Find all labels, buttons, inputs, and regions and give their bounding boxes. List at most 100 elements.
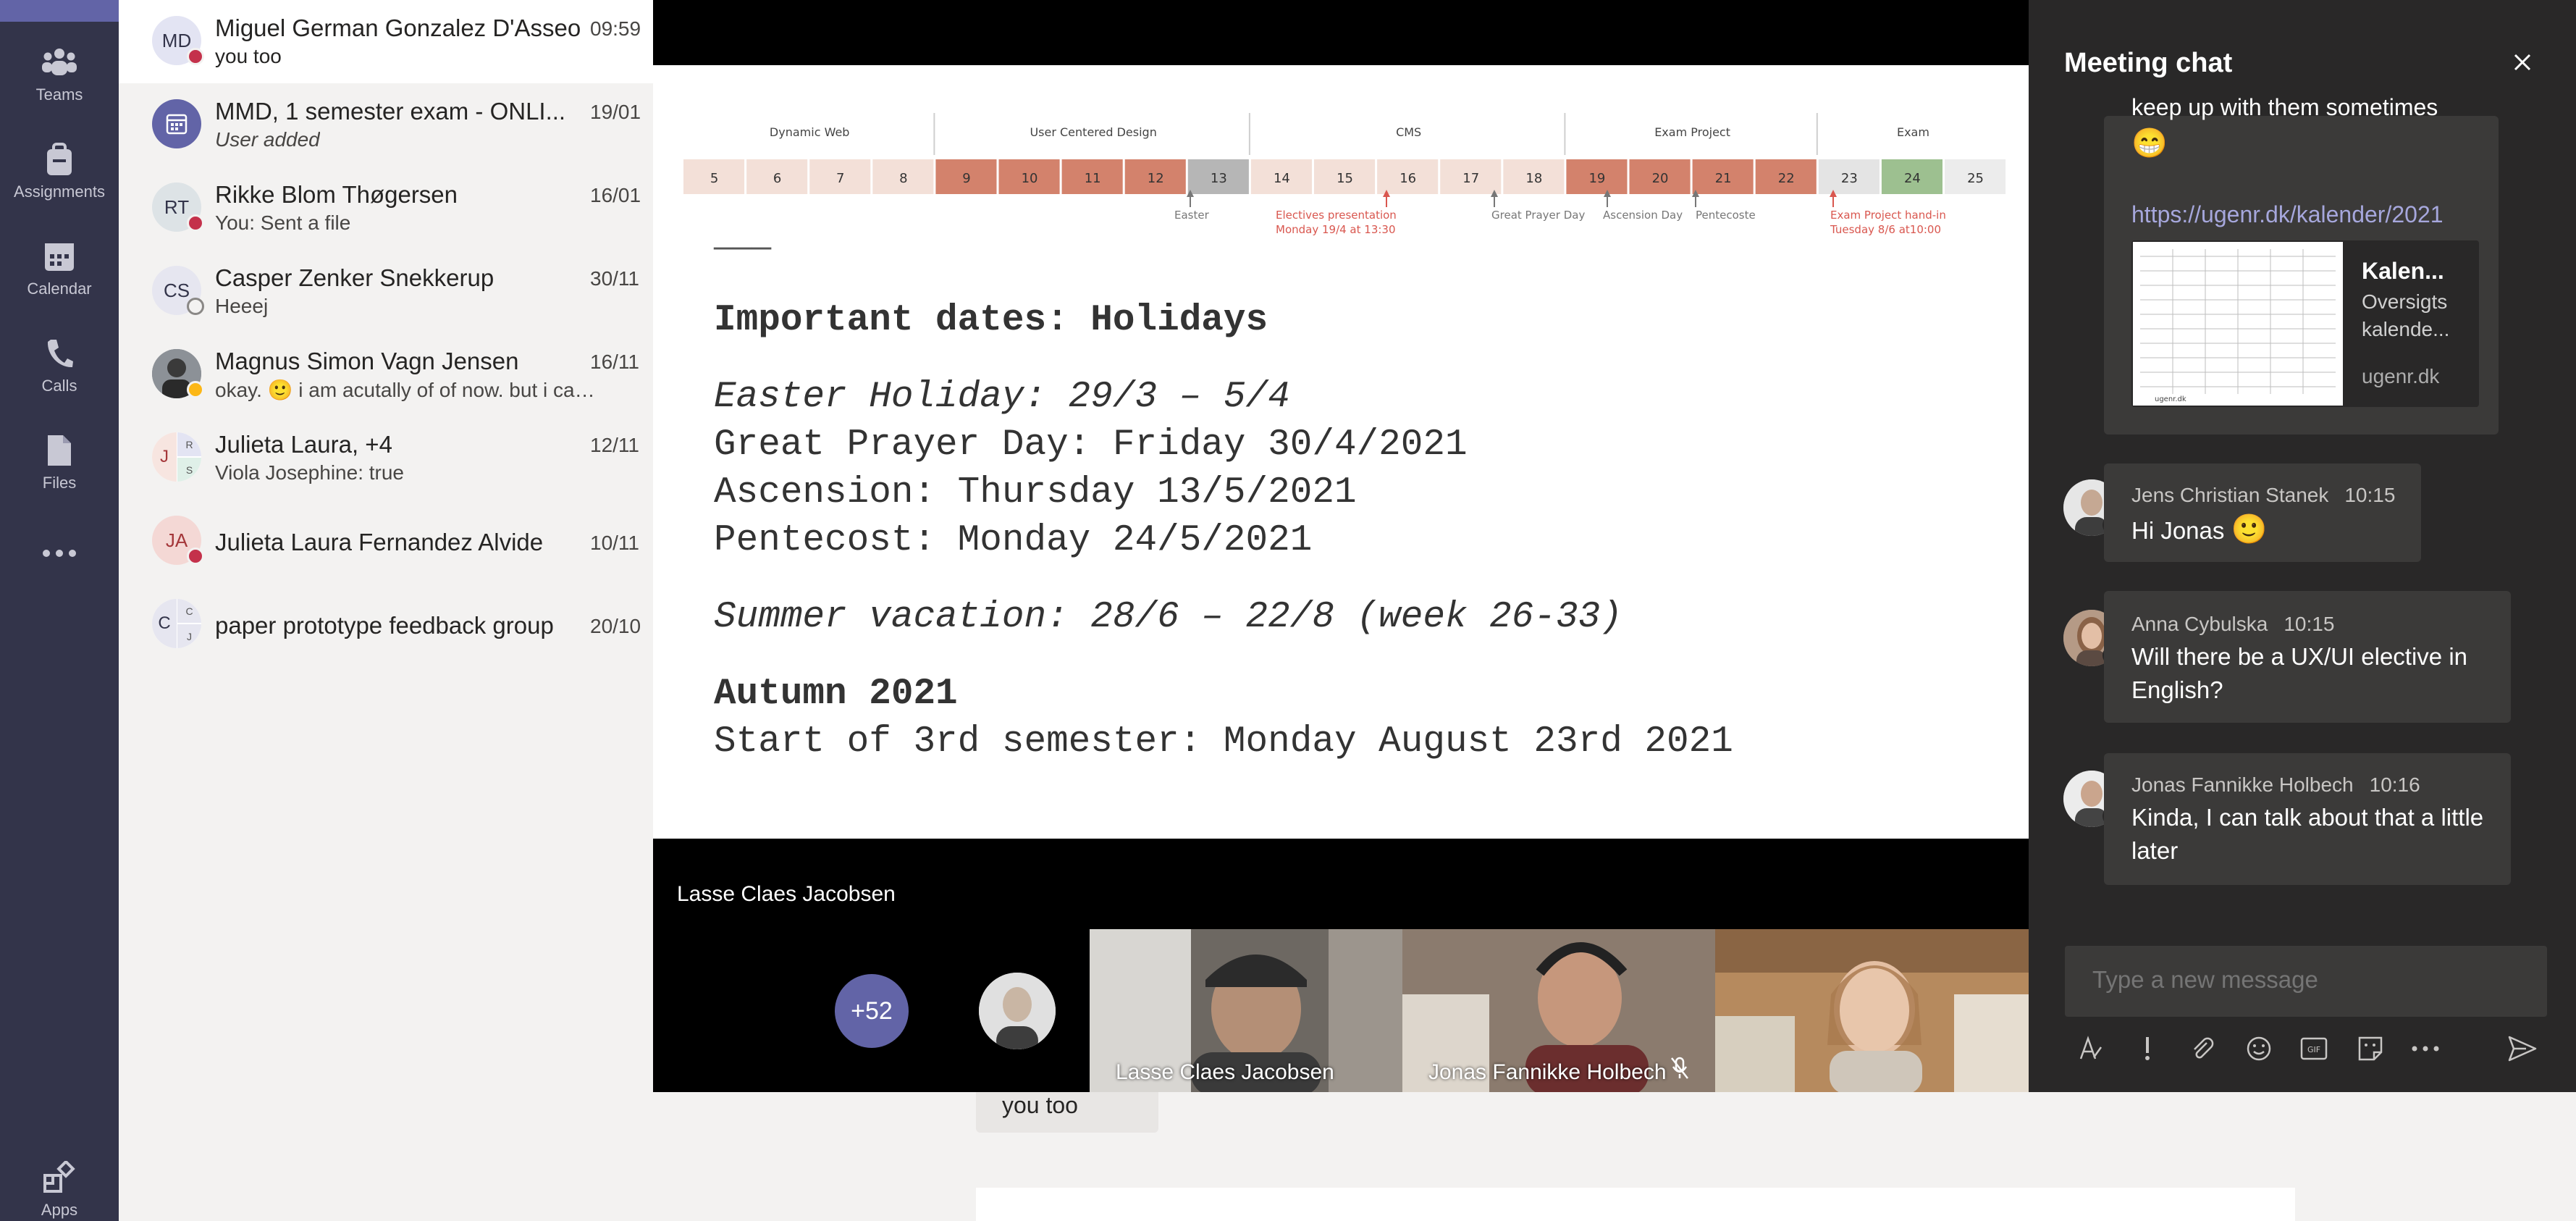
timeline-week-label: 9 (962, 171, 970, 186)
group-avatar-quadrant: R (177, 432, 201, 456)
gif-icon[interactable]: GIF (2298, 1033, 2330, 1065)
timeline-annotation: Great Prayer Day (1491, 209, 1585, 222)
svg-text:GIF: GIF (2307, 1045, 2320, 1054)
emoji-grin: 😁 (2131, 127, 2168, 159)
chat-name: Casper Zenker Snekkerup (215, 264, 494, 291)
chat-item-julieta-group[interactable]: J R S Julieta Laura, +4 12/11 Viola Jose… (119, 416, 676, 500)
format-icon[interactable] (2075, 1033, 2107, 1065)
chat-item-rikke[interactable]: RT Rikke Blom Thøgersen 16/01 You: Sent … (119, 167, 676, 250)
slide-prayer-day: Great Prayer Day: Friday 30/4/2021 (714, 424, 1468, 466)
message-author: Anna Cybulska 10:15 (2131, 613, 2334, 636)
timeline-week-label: 8 (899, 171, 907, 186)
chat-date: 09:59 (590, 17, 641, 40)
chat-date: 19/01 (590, 101, 641, 123)
calendar-icon (166, 114, 188, 135)
timeline-annotation: Monday 19/4 at 13:30 (1276, 223, 1396, 236)
message-text: Hi Jonas 🙂 (2131, 513, 2267, 547)
timeline-annotation: Electives presentation (1276, 209, 1397, 222)
timeline-annotation: Exam Project hand-in (1830, 209, 1946, 222)
group-avatar-quadrant: S (177, 458, 201, 482)
rail-item-calendar[interactable]: Calendar (0, 222, 119, 309)
timeline-week-label: 21 (1715, 171, 1732, 186)
semester-timeline: 5 6 7 8 9 10 11 12 13 14 15 16 17 18 19 20 21 22 23 24 25 Dyn… (683, 113, 2006, 236)
chat-item-magnus[interactable]: Magnus Simon Vagn Jensen 16/11 okay. 🙂 i… (119, 333, 676, 416)
video-tile[interactable] (1715, 929, 2029, 1092)
calls-icon (41, 335, 78, 372)
chat-preview: you too (215, 45, 282, 67)
link-preview-domain: ugenr.dk (2362, 365, 2440, 387)
thumbnail-logo-text: ugenr.dk (2155, 395, 2186, 403)
presence-busy-icon (187, 547, 204, 565)
close-icon[interactable] (2509, 49, 2535, 75)
chat-preview: User added (215, 128, 320, 151)
attach-icon[interactable] (2186, 1033, 2218, 1065)
group-avatar-quadrant: C (177, 599, 201, 623)
rail-item-teams[interactable]: Teams (0, 28, 119, 114)
timeline-phase-label: Dynamic Web (770, 125, 850, 139)
more-options-icon[interactable] (2409, 1033, 2441, 1065)
message-card (976, 1188, 2295, 1221)
link-preview-thumbnail: ugenr.dk (2133, 242, 2343, 406)
participant-avatar[interactable] (979, 973, 1056, 1049)
chat-name: paper prototype feedback group (215, 612, 554, 639)
slide-easter: Easter Holiday: 29/3 – 5/4 (714, 377, 1290, 418)
message-author: Jens Christian Stanek 10:15 (2131, 484, 2395, 507)
chat-item-miguel[interactable]: MD Miguel German Gonzalez D'Asseo 09:59 … (119, 0, 676, 83)
sticker-icon[interactable] (2354, 1033, 2386, 1065)
chat-name: Julieta Laura Fernandez Alvide (215, 529, 544, 555)
teams-icon (41, 43, 78, 81)
files-icon (41, 432, 78, 469)
message-author: Jonas Fannikke Holbech 10:16 (2131, 773, 2420, 797)
timeline-phase-label: User Centered Design (1030, 125, 1156, 139)
slide-ascension: Ascension: Thursday 13/5/2021 (714, 472, 1357, 513)
rail-item-assignments[interactable]: Assignments (0, 125, 119, 211)
meeting-avatar (152, 99, 201, 148)
rail-top-accent (0, 0, 119, 22)
message-link[interactable]: https://ugenr.dk/kalender/2021 (2131, 201, 2444, 228)
rail-label: Calls (41, 377, 77, 395)
chat-date: 12/11 (590, 434, 639, 456)
chat-name: Magnus Simon Vagn Jensen (215, 348, 519, 374)
chat-item-casper[interactable]: CS Casper Zenker Snekkerup 30/11 Heeej (119, 250, 676, 333)
important-icon[interactable] (2131, 1033, 2163, 1065)
timeline-week-label: 23 (1841, 171, 1858, 186)
video-tile[interactable]: Lasse Claes Jacobsen (1090, 929, 1402, 1092)
rail-label: Teams (35, 85, 83, 104)
timeline-week-label: 20 (1652, 171, 1669, 186)
group-avatar-initial: J (152, 432, 177, 482)
rail-item-calls[interactable]: Calls (0, 319, 119, 406)
rail-label: Files (42, 474, 77, 492)
message-text: Will there be a UX/UI elective in Englis… (2131, 643, 2468, 703)
chat-item-mmd-exam[interactable]: MMD, 1 semester exam - ONLI... 19/01 Use… (119, 83, 676, 167)
slide-heading-holidays: Important dates: Holidays (714, 300, 1268, 341)
presence-away-icon (187, 381, 204, 398)
message-time: 10:15 (2284, 613, 2335, 635)
emoji-icon[interactable] (2243, 1033, 2275, 1065)
chat-name: MMD, 1 semester exam - ONLI... (215, 98, 566, 125)
panel-title: Meeting chat (2064, 48, 2233, 78)
tile-name: Lasse Claes Jacobsen (1116, 1060, 1334, 1084)
chat-item-julieta[interactable]: JA Julieta Laura Fernandez Alvide 10/11 (119, 500, 676, 583)
rail-label: Calendar (27, 280, 92, 298)
message-text-content: Hi Jonas (2131, 517, 2225, 544)
chat-item-paper-prototype[interactable]: C C J paper prototype feedback group 20/… (119, 583, 676, 666)
author-name: Jonas Fannikke Holbech (2131, 773, 2354, 796)
compose-input[interactable] (2092, 966, 2527, 994)
rail-item-more[interactable] (0, 519, 119, 605)
rail-label: Assignments (14, 182, 105, 201)
timeline-week-label: 16 (1399, 171, 1416, 186)
chat-name: Miguel German Gonzalez D'Asseo (215, 14, 581, 41)
chat-preview: You: Sent a file (215, 211, 351, 234)
chat-list: MD Miguel German Gonzalez D'Asseo 09:59 … (119, 0, 676, 1221)
timeline-annotation: Tuesday 8/6 at10:00 (1830, 223, 1941, 236)
more-participants-button[interactable]: +52 (835, 974, 909, 1048)
rail-item-files[interactable]: Files (0, 416, 119, 503)
timeline-week-label: 13 (1211, 171, 1227, 186)
muted-mic-icon (1670, 1057, 1689, 1083)
group-avatar: J R S (152, 432, 201, 482)
send-icon[interactable] (2506, 1033, 2538, 1065)
rail-item-apps[interactable]: Apps (0, 1143, 119, 1221)
assignments-icon (41, 140, 78, 178)
calendar-icon (41, 238, 78, 275)
video-tile[interactable]: Jonas Fannikke Holbech (1402, 929, 1715, 1092)
